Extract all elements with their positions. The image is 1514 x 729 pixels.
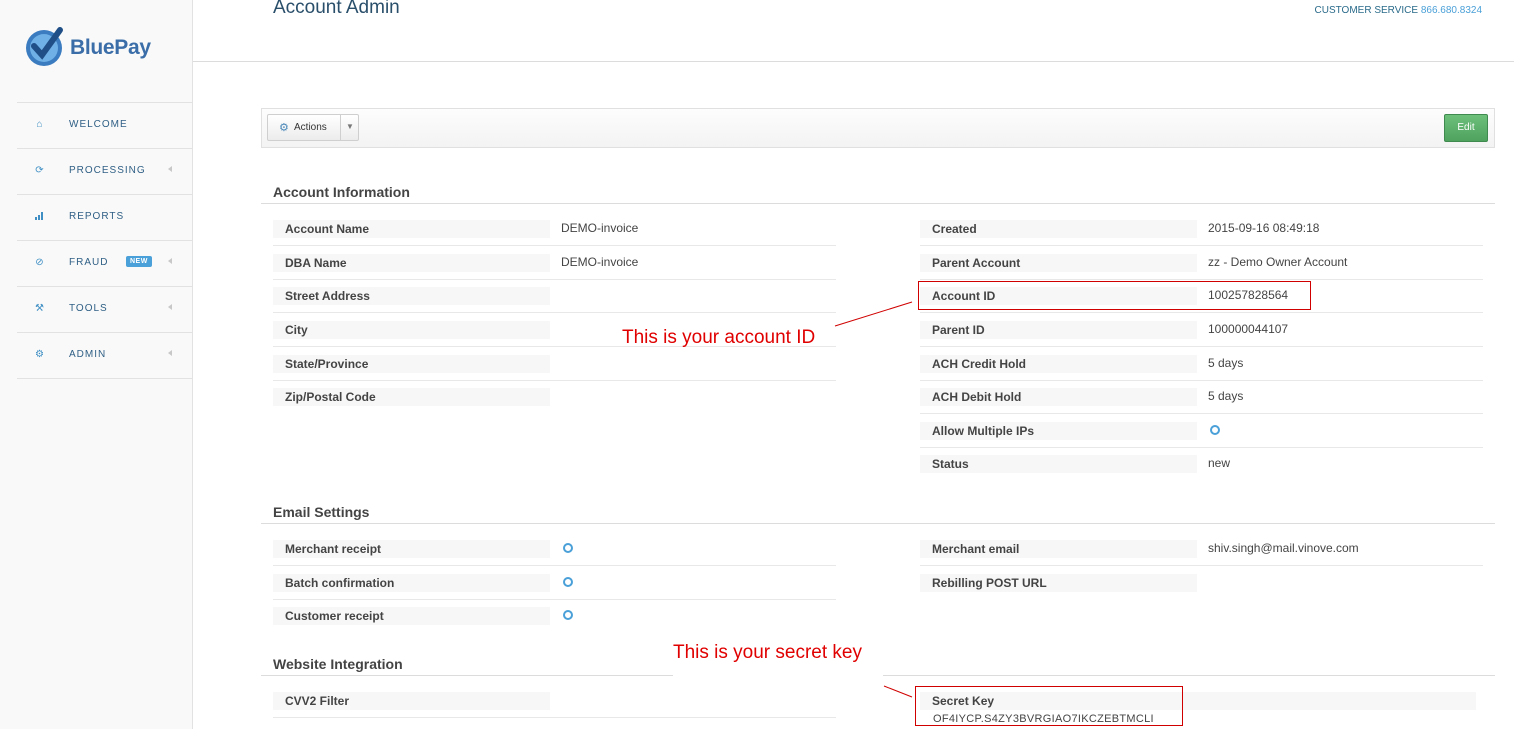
- secret-key-pointer-line: [883, 685, 913, 698]
- account-id-pointer-line: [834, 301, 913, 327]
- account-id-annotation: This is your account ID: [622, 327, 816, 348]
- annotation-arrows: [834, 301, 913, 698]
- secret-key-annotation: This is your secret key: [673, 642, 862, 663]
